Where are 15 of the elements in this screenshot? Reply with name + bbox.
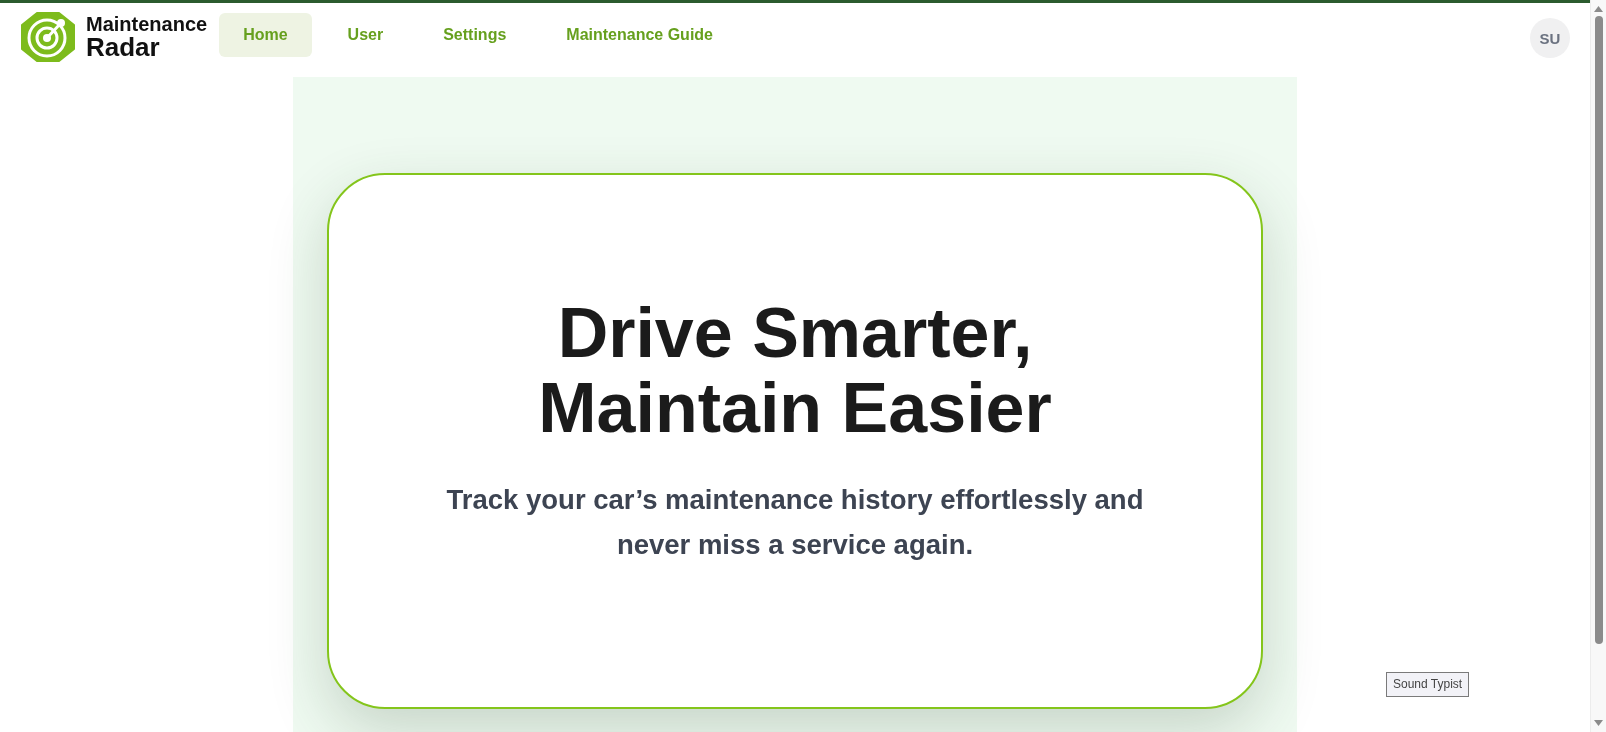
hero-subtitle: Track your car’s maintenance history effortlessly and never miss a service again. (445, 483, 1145, 562)
nav-tab[interactable]: Settings (419, 13, 531, 57)
logo-text: Maintenance (86, 14, 208, 34)
logo-text: Radar (86, 34, 161, 60)
tooltip: Sound Typist (1386, 672, 1470, 697)
user-avatar[interactable]: SU (1530, 18, 1570, 58)
nav-tab[interactable]: Maintenance Guide (542, 13, 737, 57)
scrollbar-thumb[interactable] (1594, 16, 1603, 644)
nav-tab[interactable]: User (323, 13, 408, 57)
radar-logo-icon (21, 12, 75, 62)
hero-title: Drive Smarter, Maintain Easier (537, 296, 1053, 446)
scrollbar-track[interactable] (1590, 0, 1606, 732)
nav-tab[interactable]: Home (219, 13, 312, 57)
scroll-up-icon[interactable] (1594, 6, 1603, 12)
scroll-down-icon[interactable] (1594, 720, 1603, 726)
